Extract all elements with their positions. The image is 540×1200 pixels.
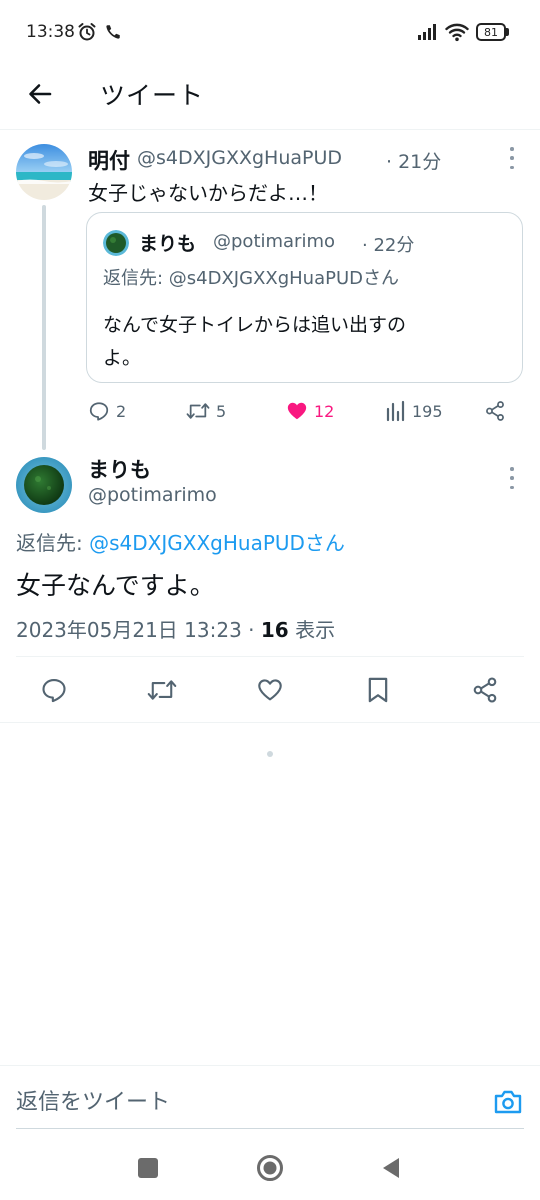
reply-count: 2 bbox=[116, 401, 127, 421]
timestamp-line: 2023年05月21日 13:23 · 16 表示 bbox=[16, 614, 335, 643]
reply-input-underline bbox=[16, 1128, 524, 1129]
reply-icon bbox=[89, 402, 109, 421]
alarm-icon bbox=[78, 23, 96, 41]
retweet-icon bbox=[147, 680, 177, 700]
wifi-icon bbox=[445, 23, 469, 42]
battery-icon: 81 bbox=[476, 23, 509, 41]
page-title: ツイート bbox=[100, 81, 205, 110]
home-circle-icon bbox=[257, 1155, 283, 1181]
share-action[interactable] bbox=[484, 400, 506, 422]
heart-filled-icon bbox=[287, 402, 307, 420]
bookmark-icon bbox=[368, 677, 388, 703]
back-nav-button[interactable] bbox=[371, 1148, 411, 1188]
like-count: 12 bbox=[314, 401, 335, 421]
system-nav-bar bbox=[0, 1140, 540, 1200]
views-action[interactable]: 195 bbox=[386, 400, 443, 422]
share-icon bbox=[473, 677, 497, 703]
retweet-icon bbox=[186, 403, 210, 419]
views-chart-icon bbox=[386, 400, 405, 422]
reply-to-prefix: 返信先: bbox=[16, 531, 90, 555]
quote-avatar bbox=[103, 230, 129, 256]
tweet-text: 女子じゃないからだよ…！ bbox=[88, 181, 328, 205]
phone-icon bbox=[106, 25, 120, 39]
reply-input[interactable]: 返信をツイート bbox=[16, 1084, 170, 1116]
loading-indicator-dot bbox=[267, 751, 273, 757]
quote-author-name: まりも bbox=[139, 233, 197, 255]
reply-to-line: 返信先: @s4DXJGXXgHuaPUDさん bbox=[16, 527, 345, 556]
like-action[interactable]: 12 bbox=[286, 400, 334, 422]
signal-icon bbox=[418, 24, 436, 40]
bookmark-button[interactable] bbox=[358, 670, 398, 710]
avatar[interactable] bbox=[16, 457, 72, 513]
thread-line bbox=[42, 205, 46, 450]
tweet-text: 女子なんですよ。 bbox=[16, 571, 215, 600]
status-bar: 13:38 81 bbox=[0, 0, 540, 66]
quote-reply-to: 返信先: @s4DXJGXXgHuaPUDさん bbox=[103, 268, 400, 289]
heart-icon bbox=[258, 679, 282, 701]
author-handle[interactable]: @potimarimo bbox=[88, 484, 217, 506]
share-icon bbox=[486, 401, 504, 421]
reply-compose-bar: 返信をツイート bbox=[0, 1065, 540, 1135]
camera-button[interactable] bbox=[490, 1084, 526, 1120]
reply-button[interactable] bbox=[34, 670, 74, 710]
quote-time: · 22分 bbox=[362, 235, 415, 256]
retweet-button[interactable] bbox=[142, 670, 182, 710]
reply-to-handle-link[interactable]: @s4DXJGXXgHuaPUDさん bbox=[89, 531, 345, 555]
quote-text-line-1: なんで女子トイレからは追い出すの bbox=[103, 314, 407, 336]
more-options-icon[interactable] bbox=[505, 147, 519, 169]
recents-button[interactable] bbox=[128, 1148, 168, 1188]
avatar[interactable] bbox=[16, 144, 72, 200]
back-triangle-icon bbox=[383, 1158, 399, 1178]
quote-author-handle: @potimarimo bbox=[213, 231, 336, 252]
reply-action[interactable]: 2 bbox=[88, 400, 126, 422]
view-count: 16 bbox=[260, 618, 289, 642]
timestamp[interactable]: 2023年05月21日 13:23 · bbox=[16, 618, 261, 642]
status-time: 13:38 bbox=[26, 22, 75, 42]
views-count: 195 bbox=[412, 401, 443, 421]
more-options-icon[interactable] bbox=[505, 467, 519, 489]
retweet-count: 5 bbox=[216, 401, 227, 421]
view-label: 表示 bbox=[288, 618, 336, 642]
divider bbox=[16, 656, 524, 657]
like-button[interactable] bbox=[250, 670, 290, 710]
camera-icon bbox=[494, 1090, 522, 1114]
recents-square-icon bbox=[138, 1158, 158, 1178]
author-name[interactable]: まりも bbox=[88, 454, 151, 484]
quoted-tweet-card[interactable]: まりも @potimarimo · 22分 返信先: @s4DXJGXXgHua… bbox=[86, 212, 523, 383]
quote-text-line-2: よ。 bbox=[103, 347, 142, 369]
battery-level: 81 bbox=[484, 25, 498, 39]
author-name[interactable]: 明付 bbox=[88, 145, 130, 175]
share-button[interactable] bbox=[465, 670, 505, 710]
home-button[interactable] bbox=[250, 1148, 290, 1188]
tweet-time: · 21分 bbox=[386, 151, 442, 173]
author-handle[interactable]: @s4DXJGXXgHuaPUD bbox=[137, 147, 342, 169]
back-arrow-icon bbox=[29, 84, 52, 104]
app-header: ツイート bbox=[0, 66, 540, 130]
divider bbox=[0, 722, 540, 723]
back-button[interactable] bbox=[20, 74, 60, 114]
retweet-action[interactable]: 5 bbox=[186, 400, 226, 422]
reply-icon bbox=[42, 679, 66, 703]
